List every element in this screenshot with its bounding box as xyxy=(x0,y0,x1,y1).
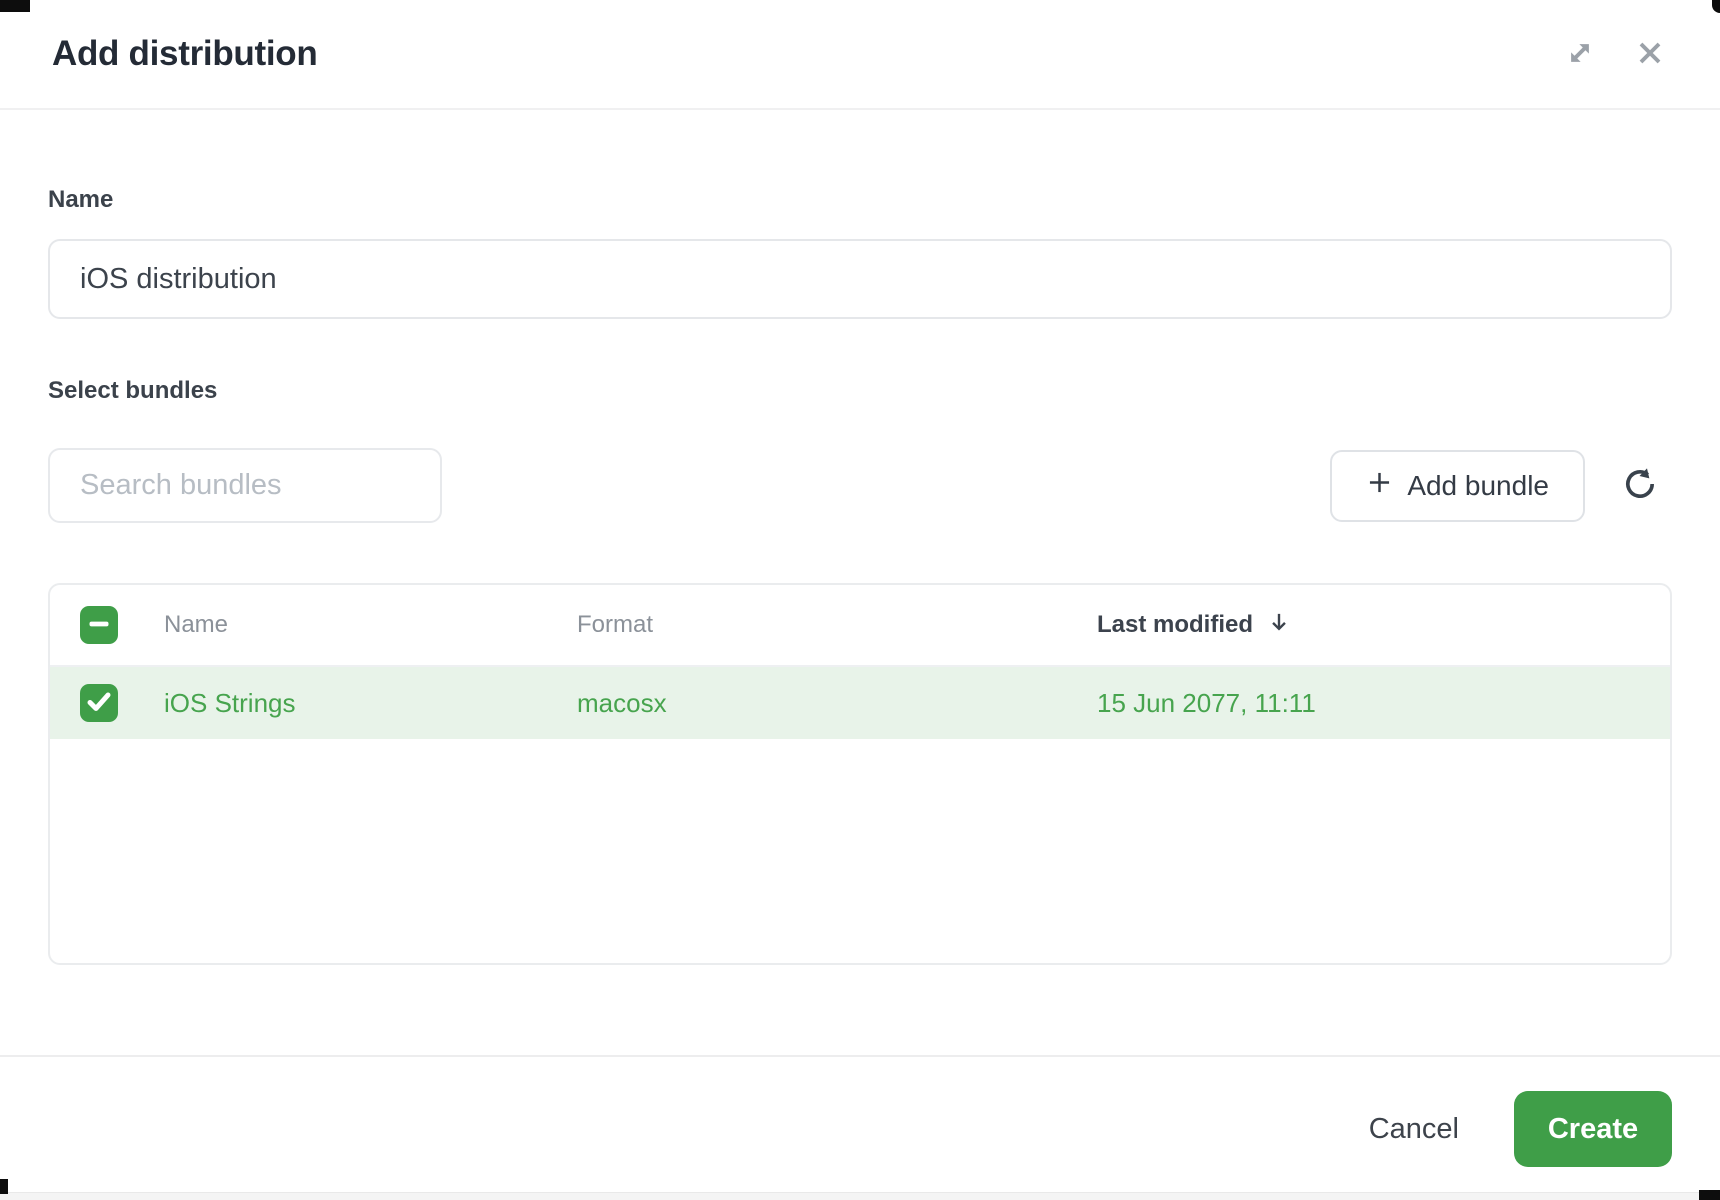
sort-descending-icon xyxy=(1266,609,1292,642)
backdrop-corner-top-left xyxy=(0,0,30,12)
column-header-last-modified[interactable]: Last modified xyxy=(1097,609,1670,642)
bundles-toolbar: Add bundle xyxy=(48,448,1672,523)
backdrop-bottom-strip xyxy=(0,1192,1720,1200)
dialog-body: Name Select bundles Add bundle xyxy=(0,110,1720,1055)
select-all-checkbox[interactable] xyxy=(80,606,118,644)
bundle-last-modified: 15 Jun 2077, 11:11 xyxy=(1097,688,1670,719)
refresh-icon xyxy=(1620,464,1660,507)
dialog-footer: Cancel Create xyxy=(0,1055,1720,1200)
name-field-label: Name xyxy=(48,186,1672,214)
bundles-table: Name Format Last modified xyxy=(48,583,1672,965)
add-bundle-button[interactable]: Add bundle xyxy=(1330,450,1585,522)
close-dialog-button[interactable] xyxy=(1630,34,1670,74)
bundle-format: macosx xyxy=(577,688,1097,719)
window-controls xyxy=(1560,34,1670,74)
add-bundle-button-label: Add bundle xyxy=(1407,470,1549,502)
checkbox-indeterminate-icon xyxy=(80,605,118,646)
column-header-last-modified-label: Last modified xyxy=(1097,611,1253,639)
bundle-name: iOS Strings xyxy=(164,688,577,719)
dialog-header: Add distribution xyxy=(0,0,1720,110)
search-bundles-input[interactable] xyxy=(48,448,442,523)
close-icon xyxy=(1632,35,1668,74)
expand-icon xyxy=(1561,34,1599,75)
plus-icon xyxy=(1366,469,1393,503)
backdrop-corner-bottom-right xyxy=(1699,1190,1720,1200)
distribution-name-input[interactable] xyxy=(48,239,1672,319)
add-distribution-dialog: Add distribution xyxy=(0,0,1720,1200)
dialog-title: Add distribution xyxy=(52,34,1560,74)
checkbox-checked-icon xyxy=(80,683,118,724)
bundle-row-checkbox[interactable] xyxy=(80,684,118,722)
cancel-button[interactable]: Cancel xyxy=(1359,1091,1469,1167)
backdrop-corner-bottom-left xyxy=(0,1179,8,1194)
expand-dialog-button[interactable] xyxy=(1560,34,1600,74)
bundle-row[interactable]: iOS Strings macosx 15 Jun 2077, 11:11 xyxy=(50,667,1670,739)
column-header-format[interactable]: Format xyxy=(577,611,1097,639)
table-header-row: Name Format Last modified xyxy=(50,585,1670,667)
create-button[interactable]: Create xyxy=(1514,1091,1672,1167)
row-checkbox-cell xyxy=(50,684,164,722)
column-header-name[interactable]: Name xyxy=(164,611,577,639)
header-checkbox-cell xyxy=(50,606,164,644)
refresh-bundles-button[interactable] xyxy=(1618,464,1662,508)
select-bundles-label: Select bundles xyxy=(48,377,1672,405)
